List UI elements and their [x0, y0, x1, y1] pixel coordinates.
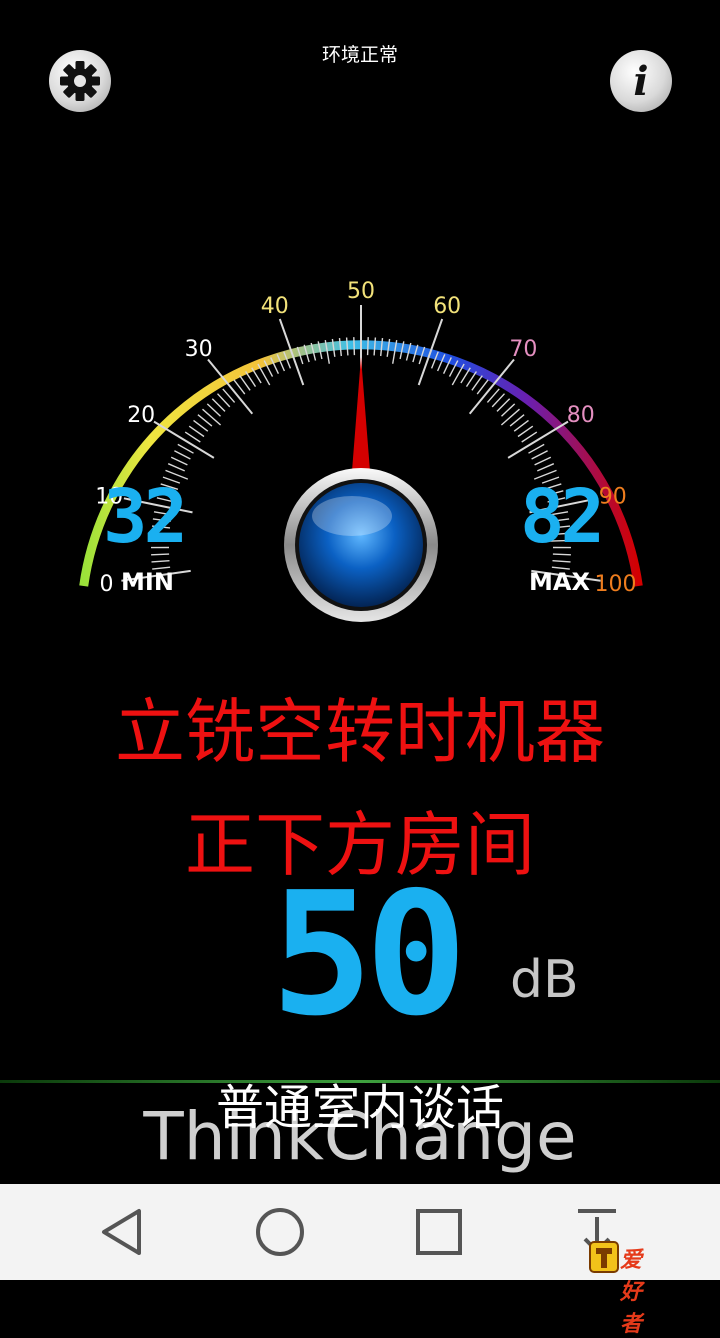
gauge-tick — [508, 422, 568, 458]
status-text: 环境正常 — [0, 40, 720, 67]
gauge-tick-label: 0 — [100, 572, 114, 597]
gauge-tick — [152, 561, 170, 562]
gauge-tick — [246, 372, 256, 387]
recent-square-icon — [414, 1207, 464, 1257]
watermark-logo-icon — [588, 1238, 620, 1274]
gauge-tick — [154, 422, 214, 458]
gauge-tick-label: 40 — [261, 294, 289, 319]
gauge-tick — [537, 464, 554, 471]
gauge-tick — [535, 457, 551, 465]
gauge-tick — [514, 420, 528, 431]
gauge-tick — [347, 338, 348, 356]
gauge-tick — [374, 338, 375, 356]
gauge-tick — [518, 426, 533, 436]
gauge-tick-label: 50 — [347, 279, 375, 304]
nav-back-button[interactable] — [67, 1184, 177, 1280]
max-value: 82 — [520, 480, 601, 554]
gauge-tick — [185, 432, 200, 442]
gauge-tick-label: 30 — [185, 337, 213, 362]
gear-icon — [58, 59, 102, 103]
watermark: 爱好者 — [588, 1238, 620, 1278]
nav-recent-button[interactable] — [384, 1184, 494, 1280]
settings-button[interactable] — [49, 50, 111, 112]
gauge-tick — [203, 409, 221, 425]
gauge-tick — [368, 337, 369, 355]
gauge-tick — [381, 338, 383, 356]
gauge-tick — [553, 561, 571, 562]
sound-gauge: 0102030405060708090100 — [0, 200, 720, 640]
watermark-text: 爱好者 — [620, 1242, 642, 1338]
gauge-tick-label: 60 — [433, 294, 461, 319]
db-reading: 50 — [250, 870, 480, 1040]
gauge-tick-label: 80 — [567, 403, 595, 428]
gauge-tick — [174, 451, 190, 459]
gauge-tick — [501, 409, 519, 425]
gauge-tick — [461, 368, 470, 383]
gauge-tick-label: 90 — [599, 484, 627, 509]
gauge-tick — [354, 337, 355, 355]
gauge-tick — [340, 338, 342, 356]
gauge-tick — [472, 376, 482, 391]
home-circle-icon — [254, 1206, 306, 1258]
gauge-tick-label: 20 — [127, 403, 155, 428]
gauge-tick — [240, 376, 250, 391]
gauge-tick — [529, 444, 545, 453]
gauge-tick — [252, 368, 261, 383]
db-unit: dB — [510, 950, 579, 1010]
gauge-tick — [171, 457, 187, 465]
gauge-tick — [467, 372, 477, 387]
gauge-tick — [189, 426, 204, 436]
info-button[interactable]: i — [610, 50, 672, 112]
nav-home-button[interactable] — [225, 1184, 335, 1280]
gauge-tick — [194, 420, 208, 431]
gauge-tick — [522, 432, 537, 442]
min-value: 32 — [103, 480, 184, 554]
noise-level-description: 普通室内谈话 — [0, 1068, 720, 1138]
gauge-tick — [178, 444, 194, 453]
location-line-1: 立铣空转时机器 — [0, 697, 720, 767]
max-label: MAX — [529, 568, 590, 596]
back-triangle-icon — [99, 1207, 145, 1257]
gauge-tick-label: 100 — [595, 572, 637, 597]
gauge-tick — [168, 464, 185, 471]
gauge-tick-label: 70 — [509, 337, 537, 362]
info-icon: i — [633, 62, 648, 102]
gauge-tick — [532, 451, 548, 459]
min-label: MIN — [121, 568, 174, 596]
